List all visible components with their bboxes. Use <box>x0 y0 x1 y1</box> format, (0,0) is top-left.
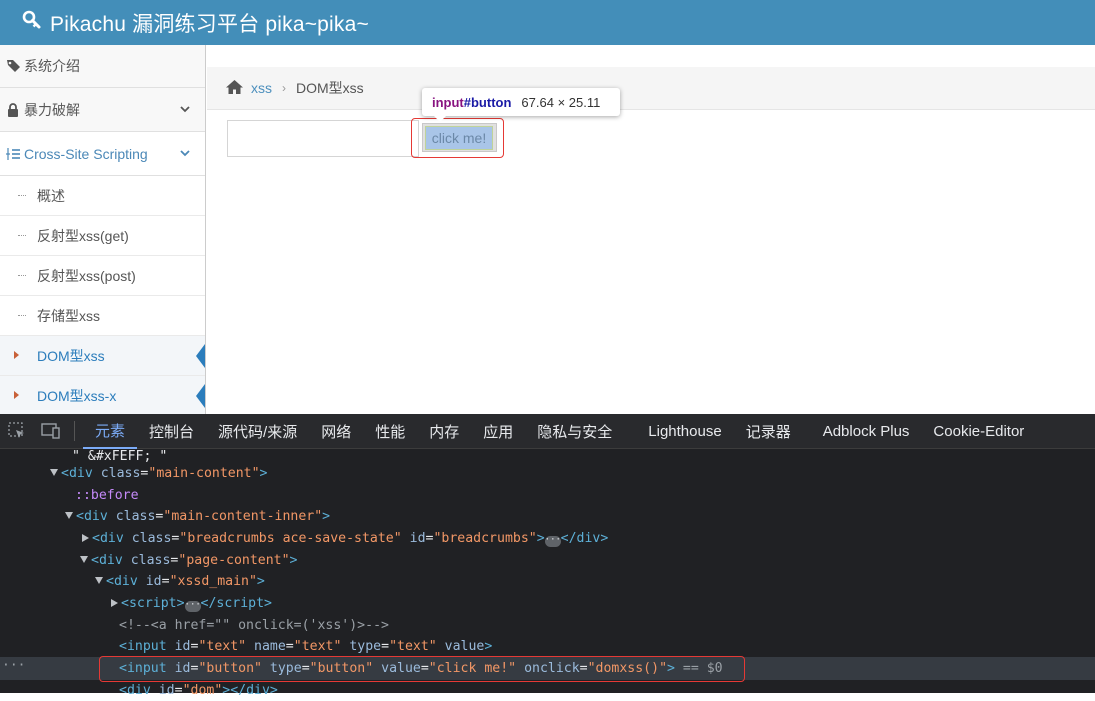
tab-adblock-plus[interactable]: Adblock Plus <box>803 414 922 449</box>
dom-comment[interactable]: <!--<a href="" onclick=('xss')>--> <box>119 615 389 636</box>
home-icon[interactable] <box>225 79 244 98</box>
sidebar-subitem-label: DOM型xss-x <box>37 387 117 404</box>
tab-elements[interactable]: 元素 <box>83 414 138 449</box>
sidebar: 系统介绍 暴力破解 Cross-Site Scripting 概述 反射型xss… <box>0 45 206 414</box>
toolbar-divider <box>74 421 75 441</box>
sidebar-subitem-label: 反射型xss(post) <box>37 267 136 284</box>
tags-icon <box>5 59 21 73</box>
sidebar-item-xss[interactable]: Cross-Site Scripting <box>0 132 205 176</box>
tab-memory[interactable]: 内存 <box>417 414 471 449</box>
sidebar-item-label: Cross-Site Scripting <box>24 145 148 162</box>
sidebar-item-brute-force[interactable]: 暴力破解 <box>0 88 205 132</box>
expand-triangle-icon[interactable] <box>50 469 58 476</box>
expand-triangle-icon[interactable] <box>95 577 103 584</box>
tab-sources[interactable]: 源代码/来源 <box>206 414 309 449</box>
tooltip-dimensions: 67.64 × 25.11 <box>521 94 601 110</box>
breadcrumb-link[interactable]: xss <box>251 80 272 96</box>
dom-node-page-content[interactable]: <div class="page-content"> <box>80 550 297 571</box>
collapse-triangle-icon[interactable] <box>82 534 89 542</box>
sidebar-subitem-stored[interactable]: 存储型xss <box>0 296 205 336</box>
ellipsis-icon[interactable]: ··· <box>184 601 201 612</box>
element-tooltip: input #button 67.64 × 25.11 <box>422 88 620 122</box>
tab-recorder[interactable]: 记录器 <box>734 414 803 449</box>
wrench-icon <box>22 10 42 35</box>
chevron-down-icon <box>179 102 191 118</box>
breadcrumb: xss › DOM型xss <box>207 67 1095 110</box>
lock-icon <box>5 102 21 117</box>
dom-node-main-content[interactable]: <div class="main-content"> <box>50 463 267 484</box>
dom-node-script[interactable]: <script>···</script> <box>111 593 272 614</box>
text-node-value: " &#xFEFF; " <box>72 449 168 464</box>
device-toolbar-icon[interactable] <box>34 422 68 440</box>
active-indicator <box>196 344 205 368</box>
sidebar-subitem-dom[interactable]: DOM型xss <box>0 336 205 376</box>
breadcrumb-current: DOM型xss <box>296 80 364 96</box>
more-options-icon[interactable]: ··· <box>2 658 25 673</box>
highlight-box <box>99 656 745 682</box>
tab-network[interactable]: 网络 <box>309 414 363 449</box>
breadcrumb-separator-icon: › <box>282 81 286 95</box>
ellipsis-icon[interactable]: ··· <box>544 536 561 547</box>
sidebar-subitem-label: 概述 <box>37 187 65 204</box>
inspect-element-icon[interactable] <box>0 422 34 440</box>
sidebar-item-label: 暴力破解 <box>24 101 80 118</box>
sidebar-subitem-overview[interactable]: 概述 <box>0 176 205 216</box>
sidebar-subitem-label: 反射型xss(get) <box>37 227 129 244</box>
dom-pseudo-before[interactable]: ::before <box>75 485 139 506</box>
expand-triangle-icon[interactable] <box>65 512 73 519</box>
dom-node-text-input[interactable]: <input id="text" name="text" type="text"… <box>119 636 492 657</box>
tab-application[interactable]: 应用 <box>471 414 525 449</box>
app-title: Pikachu 漏洞练习平台 pika~pika~ <box>50 12 369 36</box>
tooltip-id: #button <box>463 94 512 110</box>
sidebar-subitem-label: DOM型xss <box>37 347 105 364</box>
highlight-box <box>411 118 504 158</box>
devtools-tabbar: 元素 控制台 源代码/来源 网络 性能 内存 应用 隐私与安全 Lighthou… <box>0 414 1095 449</box>
sidebar-submenu: 概述 反射型xss(get) 反射型xss(post) 存储型xss DOM型x… <box>0 176 205 414</box>
tab-cookie-editor[interactable]: Cookie-Editor <box>921 414 1036 449</box>
tab-console[interactable]: 控制台 <box>137 414 206 449</box>
tab-privacy-security[interactable]: 隐私与安全 <box>525 414 624 449</box>
sidebar-item-label: 系统介绍 <box>24 58 80 74</box>
text-input[interactable] <box>227 120 419 157</box>
sidebar-subitem-reflected-get[interactable]: 反射型xss(get) <box>0 216 205 256</box>
chevron-down-icon <box>179 146 191 162</box>
sidebar-subitem-label: 存储型xss <box>37 307 100 324</box>
sidebar-subitem-reflected-post[interactable]: 反射型xss(post) <box>0 256 205 296</box>
tooltip-tag: input <box>432 94 464 110</box>
list-icon <box>5 147 21 161</box>
sidebar-item-intro[interactable]: 系统介绍 <box>0 45 205 88</box>
app-header: Pikachu 漏洞练习平台 pika~pika~ <box>0 0 1095 45</box>
expand-triangle-icon[interactable] <box>80 556 88 563</box>
collapse-triangle-icon[interactable] <box>111 599 118 607</box>
dom-node-xssd-main[interactable]: <div id="xssd_main"> <box>95 571 265 592</box>
tab-performance[interactable]: 性能 <box>363 414 417 449</box>
dom-node-main-content-inner[interactable]: <div class="main-content-inner"> <box>65 506 330 527</box>
dom-node-dom-div[interactable]: <div id="dom"></div> <box>119 680 278 701</box>
active-indicator <box>196 384 205 408</box>
tab-lighthouse[interactable]: Lighthouse <box>624 414 733 449</box>
sidebar-subitem-dom-x[interactable]: DOM型xss-x <box>0 376 205 414</box>
dom-node-breadcrumbs[interactable]: <div class="breadcrumbs ace-save-state" … <box>82 528 608 549</box>
